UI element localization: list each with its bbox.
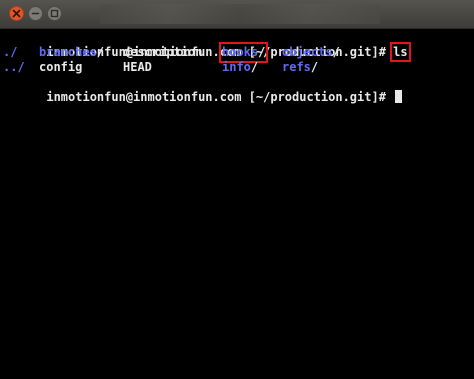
ls-entry-dot: ./ xyxy=(3,45,18,59)
terminal-window: inmotionfun@inmotionfun.com [~/productio… xyxy=(0,0,474,379)
command-line-1: inmotionfun@inmotionfun.com [~/productio… xyxy=(3,30,471,62)
text-cursor xyxy=(395,90,403,103)
command-line-2: inmotionfun@inmotionfun.com [~/productio… xyxy=(3,75,471,104)
close-icon[interactable] xyxy=(9,6,24,21)
ls-entry-hooks: hooks/ xyxy=(218,42,269,63)
ls-entry-branches: branches/ xyxy=(39,45,105,59)
title-bar[interactable] xyxy=(0,0,474,29)
ls-output-row-2: ../ config HEAD info/ refs/ xyxy=(3,60,471,75)
ls-entry-refs: refs/ xyxy=(282,60,319,74)
maximize-icon[interactable] xyxy=(47,6,62,21)
terminal-output[interactable]: inmotionfun@inmotionfun.com [~/productio… xyxy=(3,30,471,104)
ls-entry-description: description xyxy=(123,45,203,59)
shell-prompt: inmotionfun@inmotionfun.com [~/productio… xyxy=(46,90,394,104)
ls-entry-objects: objects/ xyxy=(282,45,340,59)
ls-entry-dotdot: ../ xyxy=(3,60,25,74)
window-title-redacted xyxy=(100,4,380,24)
minimize-icon[interactable] xyxy=(28,6,43,21)
ls-output-row-1: ./ branches/ description hooks/ objects/ xyxy=(3,42,471,63)
ls-entry-head: HEAD xyxy=(123,60,152,74)
ls-entry-config: config xyxy=(39,60,83,74)
ls-entry-info: info/ xyxy=(222,60,259,74)
